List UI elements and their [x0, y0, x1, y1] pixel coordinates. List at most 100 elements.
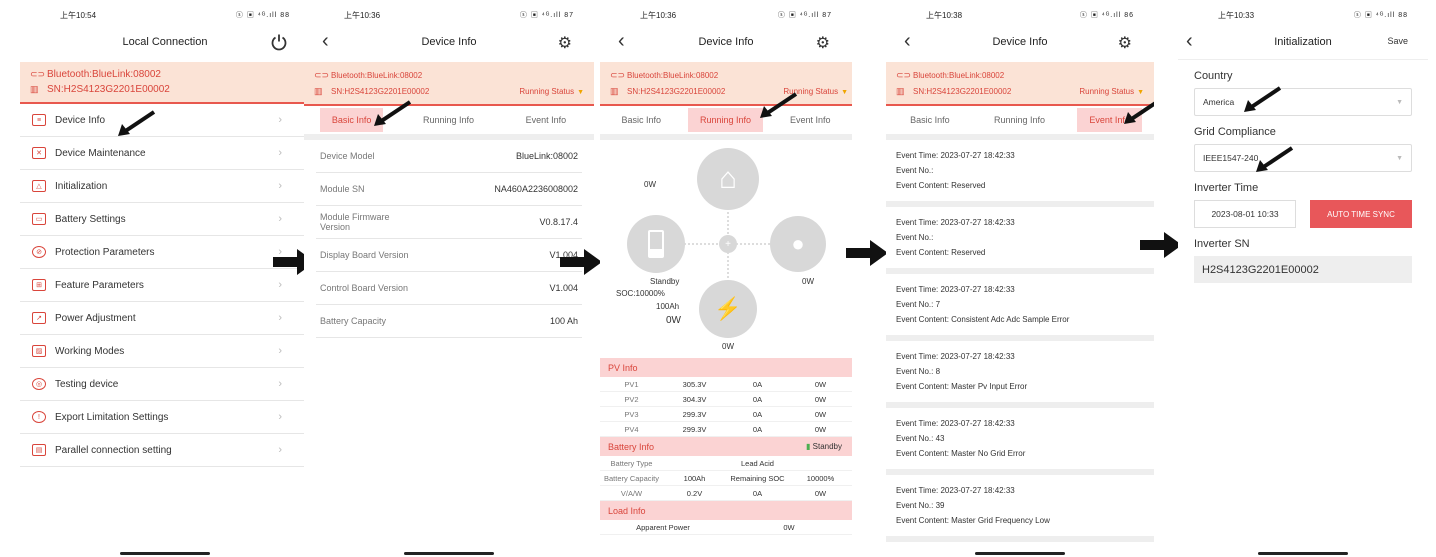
- chevron-right-icon: ›: [278, 279, 282, 291]
- tab-running-info[interactable]: Running Info: [982, 108, 1057, 132]
- menu-item-device-maintenance[interactable]: ✕ Device Maintenance ›: [20, 137, 310, 170]
- auto-time-sync-button[interactable]: AUTO TIME SYNC: [1310, 200, 1412, 228]
- back-icon[interactable]: ‹: [618, 30, 625, 52]
- link-icon: ⊂⊃: [610, 69, 626, 80]
- chevron-right-icon: ›: [278, 147, 282, 159]
- page-title: Device Info: [992, 36, 1048, 48]
- back-icon[interactable]: ‹: [322, 30, 329, 52]
- tab-running-info[interactable]: Running Info: [411, 108, 486, 132]
- gear-icon[interactable]: ⚙: [558, 33, 572, 53]
- table-row: V/A/W 0.2V 0A 0W: [600, 486, 852, 501]
- pointer-arrow-icon: [374, 100, 412, 126]
- running-status-toggle[interactable]: Running Status ▼: [1079, 87, 1144, 96]
- flow-arrow-icon: [846, 240, 888, 266]
- menu-item-initialization[interactable]: △ Initialization ›: [20, 170, 310, 203]
- list-item[interactable]: Event Time: 2023-07-27 18:42:33 Event No.…: [886, 140, 1154, 207]
- tab-basic-info[interactable]: Basic Info: [898, 108, 962, 132]
- device-info-icon: ≡: [32, 114, 46, 126]
- table-row: PV4 299.3V 0A 0W: [600, 422, 852, 437]
- gear-icon[interactable]: ⚙: [1118, 33, 1132, 53]
- chevron-right-icon: ›: [278, 312, 282, 324]
- battery-status-icon: ▮: [806, 442, 811, 451]
- menu-item-export-limitation[interactable]: ! Export Limitation Settings ›: [20, 401, 310, 434]
- menu-item-device-info[interactable]: ≡ Device Info ›: [20, 104, 310, 137]
- cell: 0W: [814, 409, 827, 419]
- list-item[interactable]: Event Time: 2023-07-27 18:42:33 Event No.…: [886, 207, 1154, 274]
- nav-bar: Local Connection: [20, 30, 310, 54]
- chevron-right-icon: ›: [278, 114, 282, 126]
- connection-banner: ⊂⊃ Bluetooth:BlueLink:08002 ▥ SN:H2S4123G2…: [600, 62, 852, 106]
- cell: PV1: [624, 379, 639, 389]
- menu-label: Parallel connection setting: [55, 444, 172, 456]
- back-icon[interactable]: ‹: [904, 30, 911, 52]
- gear-icon[interactable]: ⚙: [816, 33, 830, 53]
- battery-icon: [648, 230, 664, 258]
- inverter-time-field[interactable]: 2023-08-01 10:33: [1194, 200, 1296, 228]
- menu-item-feature-parameters[interactable]: ⊞ Feature Parameters ›: [20, 269, 310, 302]
- chevron-down-icon: ▼: [577, 88, 584, 96]
- battery-capacity: 100Ah: [656, 302, 680, 311]
- info-row-device-model: Device Model BlueLink:08002: [316, 140, 582, 173]
- list-item[interactable]: Event Time: 2023-07-27 18:42:33 Event No.…: [886, 274, 1154, 341]
- pv-power: 0W: [644, 180, 656, 189]
- event-no: Event No.:: [896, 233, 934, 242]
- cell: Battery Type: [610, 458, 653, 468]
- tab-event-info[interactable]: Event Info: [514, 108, 579, 132]
- list-item[interactable]: Event Time: 2023-07-27 18:42:33 Event No.…: [886, 341, 1154, 408]
- status-bar: 上午10:38 ⓢ ▣ ⁴ᴳ.ıll 86: [886, 0, 1154, 30]
- table-row: Battery Capacity 100Ah Remaining SOC 10000%: [600, 471, 852, 486]
- battery-status-label: Standby: [812, 442, 842, 451]
- running-status-label: Running Status: [1079, 86, 1135, 96]
- cell: 0A: [752, 379, 763, 389]
- menu-item-working-modes[interactable]: ▨ Working Modes ›: [20, 335, 310, 368]
- tab-basic-info[interactable]: Basic Info: [609, 108, 673, 132]
- menu-item-protection-parameters[interactable]: ⊘ Protection Parameters ›: [20, 236, 310, 269]
- grid-compliance-value: IEEE1547-240: [1203, 153, 1259, 163]
- menu-item-parallel-connection[interactable]: ▤ Parallel connection setting ›: [20, 434, 310, 467]
- battery-power: 0W: [666, 315, 681, 326]
- status-icons: ⓢ ▣ ⁴ᴳ.ıll 88: [235, 12, 290, 19]
- cell: PV4: [624, 424, 639, 434]
- list-item[interactable]: Event Time: 2023-07-27 18:42:33 Event No.…: [886, 408, 1154, 475]
- parallel-icon: ▤: [32, 444, 46, 456]
- running-status-toggle[interactable]: Running Status ▼: [519, 87, 584, 96]
- event-no: Event No.:: [896, 166, 934, 175]
- screen-device-info-events: 上午10:38 ⓢ ▣ ⁴ᴳ.ıll 86 ‹ Device Info ⚙ ⊂⊃…: [886, 0, 1154, 557]
- info-value: BlueLink:08002: [515, 151, 578, 161]
- info-key: Control Board Version: [320, 283, 409, 293]
- table-row: PV3 299.3V 0A 0W: [600, 407, 852, 422]
- screen-initialization: 上午10:33 ⓢ ▣ ⁴ᴳ.ıll 88 ‹ Initialization S…: [1178, 0, 1428, 557]
- basic-info-list: Device Model BlueLink:08002 Module SN NA46…: [304, 140, 594, 338]
- tab-bar: Basic Info Running Info Event Info: [600, 106, 852, 140]
- chevron-down-icon: ▼: [1396, 154, 1403, 162]
- grid-compliance-select[interactable]: IEEE1547-240 ▼: [1194, 144, 1412, 172]
- initialization-icon: △: [32, 180, 46, 192]
- info-value: NA460A2236008002: [494, 184, 578, 194]
- event-no: Event No.: 43: [896, 434, 945, 443]
- pointer-arrow-icon: [1256, 146, 1294, 172]
- back-icon[interactable]: ‹: [1186, 30, 1193, 52]
- tab-running-info[interactable]: Running Info: [687, 108, 763, 132]
- event-time: Event Time: 2023-07-27 18:42:33: [896, 151, 1015, 160]
- connection-banner: ⊂⊃ Bluetooth:BlueLink:08002 ▥ SN:H2S4123G2…: [20, 62, 310, 104]
- save-button[interactable]: Save: [1387, 36, 1408, 46]
- info-row-module-sn: Module SN NA460A2236008002: [316, 173, 582, 206]
- page-title: Device Info: [421, 36, 477, 48]
- inverter-sn-label: Inverter SN: [1194, 238, 1250, 250]
- country-select[interactable]: America ▼: [1194, 88, 1412, 116]
- power-icon[interactable]: [270, 33, 288, 56]
- menu-item-battery-settings[interactable]: ▭ Battery Settings ›: [20, 203, 310, 236]
- solar-house-node: ⌂: [697, 148, 759, 210]
- pointer-arrow-icon: [1124, 101, 1154, 124]
- list-item[interactable]: Event Time: 2023-07-27 18:42:33 Event No.…: [886, 475, 1154, 542]
- cell: 305.3V: [682, 379, 707, 389]
- menu-item-power-adjustment[interactable]: ↗ Power Adjustment ›: [20, 302, 310, 335]
- sn-label: SN:H2S4123G2201E00002: [627, 86, 726, 96]
- table-row: PV2 304.3V 0A 0W: [600, 392, 852, 407]
- energy-flow-diagram: ⌂ + ● ⚡ 0W Standby SOC:10000% 100Ah 0W 0…: [600, 140, 852, 358]
- cell: 0.2V: [686, 488, 703, 498]
- hub-node: +: [719, 235, 737, 253]
- page-title: Local Connection: [122, 36, 208, 48]
- country-value: America: [1203, 97, 1235, 107]
- menu-item-testing-device[interactable]: ◎ Testing device ›: [20, 368, 310, 401]
